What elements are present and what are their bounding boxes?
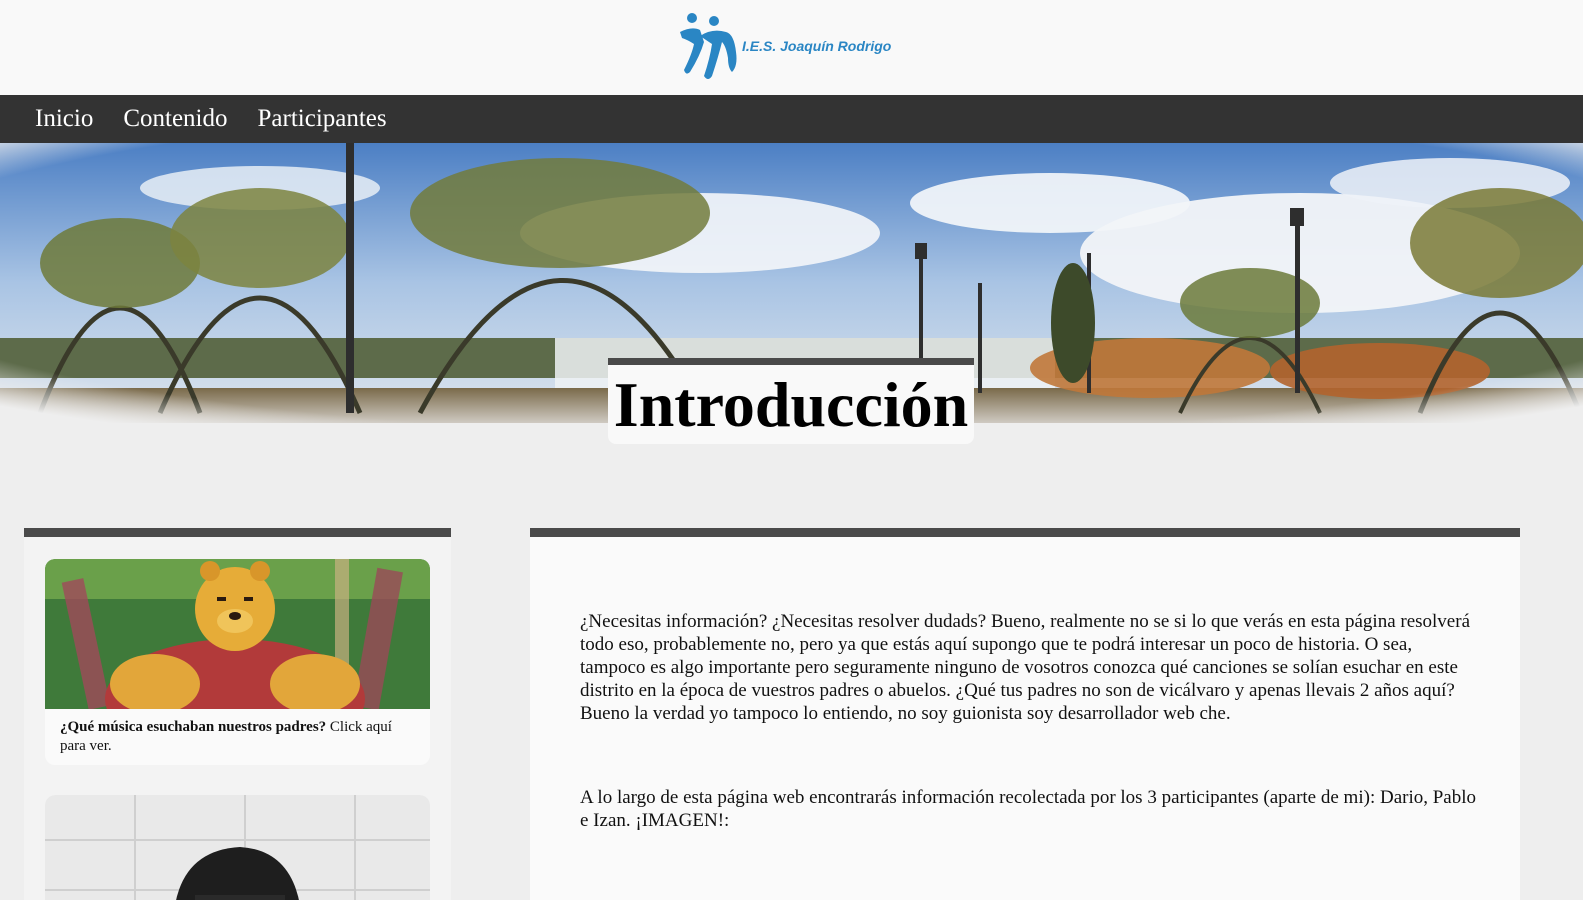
nav-item-participantes[interactable]: Participantes	[243, 95, 402, 143]
school-logo[interactable]: I.E.S. Joaquín Rodrigo	[678, 12, 918, 82]
person-card[interactable]	[45, 795, 430, 900]
main-content: ¿Necesitas información? ¿Necesitas resol…	[530, 528, 1520, 900]
card-image-person	[45, 795, 430, 900]
page-title-box: Introducción	[608, 358, 974, 444]
logo-text: I.E.S. Joaquín Rodrigo	[742, 38, 892, 54]
participants-paragraph: A lo largo de esta página web encontrará…	[580, 787, 1477, 831]
nav-item-inicio[interactable]: Inicio	[20, 95, 108, 143]
music-card-caption: ¿Qué música esuchaban nuestros padres? C…	[45, 709, 430, 756]
nav-item-contenido[interactable]: Contenido	[108, 95, 242, 143]
music-card-title: ¿Qué música esuchaban nuestros padres?	[60, 719, 327, 735]
logo-figures-icon	[680, 13, 737, 80]
page-title: Introducción	[613, 368, 969, 440]
site-header: I.E.S. Joaquín Rodrigo	[0, 0, 1583, 95]
main-navigation: Inicio Contenido Participantes	[0, 95, 1583, 143]
sidebar: ¿Qué música esuchaban nuestros padres? C…	[24, 528, 451, 900]
music-card[interactable]: ¿Qué música esuchaban nuestros padres? C…	[45, 559, 430, 765]
intro-paragraph: ¿Necesitas información? ¿Necesitas resol…	[580, 611, 1471, 724]
card-image-bear	[45, 559, 430, 709]
